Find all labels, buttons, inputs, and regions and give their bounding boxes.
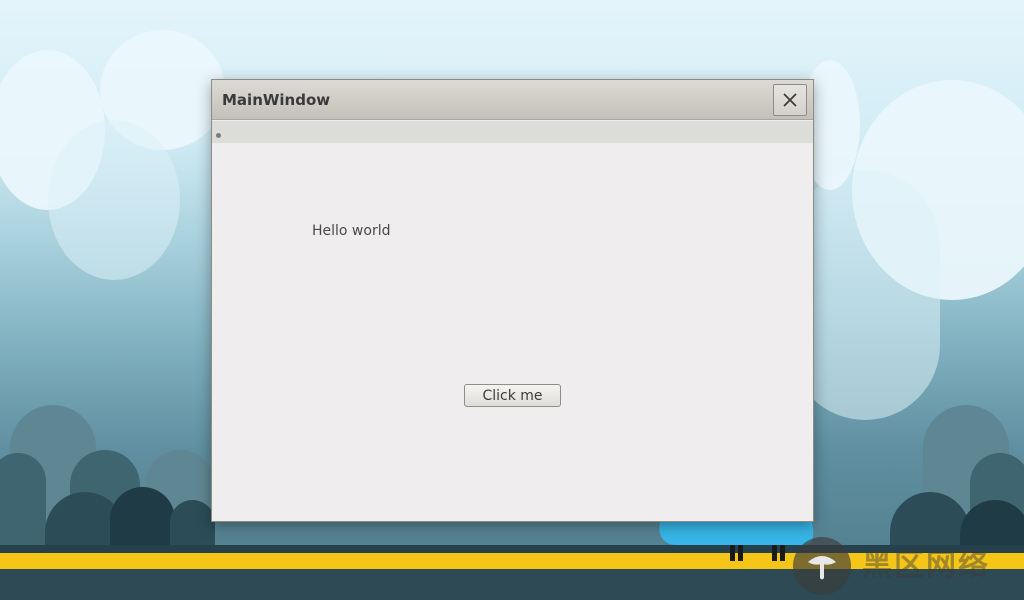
bush: [0, 453, 46, 553]
bush: [170, 500, 215, 550]
main-window: MainWindow Hello world Click me: [211, 79, 814, 522]
close-button[interactable]: [773, 84, 807, 116]
menu-bar[interactable]: [212, 121, 813, 143]
mascot-leg: [772, 545, 777, 561]
mushroom-logo-icon: [793, 537, 851, 595]
hello-label: Hello world: [312, 223, 391, 239]
mascot-leg: [738, 545, 743, 561]
watermark-text: 黑区网络: [862, 548, 990, 583]
close-icon: [783, 93, 797, 107]
mascot-leg: [780, 545, 785, 561]
menu-grip-icon[interactable]: [216, 133, 221, 138]
click-me-button[interactable]: Click me: [464, 384, 561, 407]
bush: [110, 487, 175, 553]
mascot-leg: [730, 545, 735, 561]
desktop-background: 黑区网络 MainWindow Hello world Click me: [0, 0, 1024, 600]
window-titlebar[interactable]: MainWindow: [212, 80, 813, 120]
window-title: MainWindow: [222, 91, 331, 109]
cloud: [48, 120, 180, 280]
